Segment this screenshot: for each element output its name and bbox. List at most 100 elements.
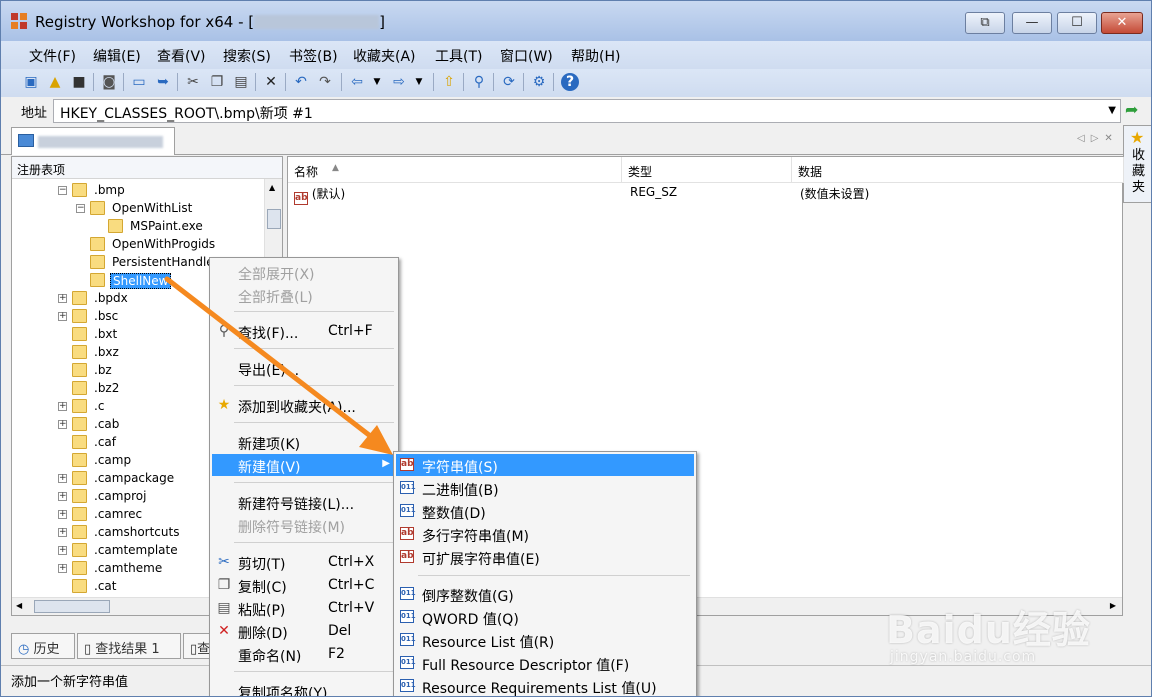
up-folder-icon[interactable]: ⇧ (439, 72, 459, 92)
submenu-item-binary[interactable]: 011 二进制值(B) (396, 477, 694, 499)
expand-icon[interactable]: + (58, 312, 67, 321)
submenu-item-string[interactable]: ab 字符串值(S) (396, 454, 694, 476)
menu-item-find[interactable]: ⚲ 查找(F)... Ctrl+F (212, 320, 396, 342)
collapse-icon[interactable]: − (58, 186, 67, 195)
menu-view[interactable]: 查看(V) (157, 46, 206, 66)
menu-window[interactable]: 窗口(W) (500, 46, 553, 66)
menu-item-add-favorite[interactable]: ★ 添加到收藏夹(A)... (212, 394, 396, 416)
folder-icon (72, 453, 87, 467)
expand-icon[interactable]: + (58, 420, 67, 429)
menu-item-collapse-all[interactable]: 全部折叠(L) (212, 284, 396, 306)
submenu-item-multi-string[interactable]: ab 多行字符串值(M) (396, 523, 694, 545)
menu-tools[interactable]: 工具(T) (435, 46, 482, 66)
refresh-icon[interactable]: ⟳ (499, 72, 519, 92)
submenu-item-dword[interactable]: 011 整数值(D) (396, 500, 694, 522)
delete-x-icon: ✕ (218, 623, 230, 639)
list-row-name[interactable]: ab (默认) (294, 185, 614, 205)
connect-icon[interactable]: ▣ (21, 72, 41, 92)
computer-icon[interactable]: ▭ (129, 72, 149, 92)
tab-search-results[interactable]: ▯ 查找结果 1 (77, 633, 181, 659)
options-gear-icon[interactable]: ⚙ (529, 72, 549, 92)
expand-icon[interactable]: + (58, 492, 67, 501)
expand-icon[interactable]: + (58, 528, 67, 537)
undo-icon[interactable]: ↶ (291, 72, 311, 92)
menu-file[interactable]: 文件(F) (29, 46, 76, 66)
menu-search[interactable]: 搜索(S) (223, 46, 271, 66)
menu-item-rename[interactable]: 重命名(N) F2 (212, 643, 396, 665)
submenu-item-full-resource[interactable]: 011 Full Resource Descriptor 值(F) (396, 652, 694, 674)
redo-icon[interactable]: ↷ (315, 72, 335, 92)
menu-item-export[interactable]: 导出(E)... (212, 357, 396, 379)
back-dropdown-icon[interactable]: ▼ (367, 72, 387, 92)
collapse-icon[interactable]: − (76, 204, 85, 213)
favorites-side-label: 收藏夹 (1132, 148, 1146, 195)
clipboard-icon: ▤ (217, 600, 231, 616)
title-bar: Registry Workshop for x64 - [] ⧉ — ☐ ✕ (1, 1, 1151, 41)
tab-history[interactable]: ◷ 历史 (11, 633, 75, 659)
forward-dropdown-icon[interactable]: ▼ (409, 72, 429, 92)
menu-item-expand-all[interactable]: 全部展开(X) (212, 261, 396, 283)
address-dropdown-icon[interactable]: ▼ (1108, 105, 1116, 116)
copy-icon[interactable]: ❐ (207, 72, 227, 92)
column-header-data[interactable]: 数据 (792, 157, 1124, 183)
menu-item-cut[interactable]: ✂ 剪切(T) Ctrl+X (212, 551, 396, 573)
submenu-item-expandable-string[interactable]: ab 可扩展字符串值(E) (396, 546, 694, 568)
scroll-thumb[interactable] (267, 209, 281, 229)
folder-icon (90, 255, 105, 269)
menu-help[interactable]: 帮助(H) (571, 46, 620, 66)
menu-item-new-value[interactable]: 新建值(V) ▶ (212, 454, 396, 476)
paste-icon[interactable]: ▤ (231, 72, 251, 92)
submenu-item-big-endian[interactable]: 011 倒序整数值(G) (396, 583, 694, 605)
expand-icon[interactable]: + (58, 510, 67, 519)
menu-favorites[interactable]: 收藏夹(A) (353, 46, 416, 66)
close-button[interactable]: ✕ (1101, 12, 1143, 34)
delete-icon[interactable]: ✕ (261, 72, 281, 92)
find-icon[interactable]: ⚲ (469, 72, 489, 92)
column-header-type[interactable]: 类型 (622, 157, 792, 183)
menu-item-new-symlink[interactable]: 新建符号链接(L)... (212, 491, 396, 513)
folder-icon (72, 579, 87, 593)
folder-icon (72, 471, 87, 485)
save-icon[interactable]: ■ (69, 72, 89, 92)
expand-icon[interactable]: + (58, 294, 67, 303)
import-icon[interactable]: ▲ (45, 72, 65, 92)
address-input[interactable]: HKEY_CLASSES_ROOT\.bmp\新项 #1 ▼ (53, 99, 1121, 123)
submenu-item-qword[interactable]: 011 QWORD 值(Q) (396, 606, 694, 628)
tab-scroll-arrows-icon[interactable]: ◁▷✕ (1077, 133, 1119, 144)
favorites-side-tab[interactable]: ★ 收藏夹 (1123, 125, 1151, 203)
folder-icon (72, 489, 87, 503)
folder-icon (72, 399, 87, 413)
print-icon[interactable]: ◙ (99, 72, 119, 92)
submenu-item-resource-requirements[interactable]: 011 Resource Requirements List 值(U) (396, 675, 694, 696)
menu-item-copy-key-name[interactable]: 复制项名称(Y) (212, 680, 396, 696)
folder-icon (72, 417, 87, 431)
expand-icon[interactable]: + (58, 564, 67, 573)
expand-icon[interactable]: + (58, 474, 67, 483)
go-arrow-icon[interactable]: ➦ (1125, 100, 1138, 119)
document-tab[interactable] (11, 127, 175, 155)
back-icon[interactable]: ⇦ (347, 72, 367, 92)
remote-icon[interactable]: ➥ (153, 72, 173, 92)
binary-value-icon: 011 (400, 679, 416, 692)
menu-item-delete-symlink[interactable]: 删除符号链接(M) (212, 514, 396, 536)
status-text: 添加一个新字符串值 (11, 675, 129, 690)
expand-icon[interactable]: + (58, 546, 67, 555)
menu-edit[interactable]: 编辑(E) (93, 46, 141, 66)
menu-item-paste[interactable]: ▤ 粘贴(P) Ctrl+V (212, 597, 396, 619)
menu-item-delete[interactable]: ✕ 删除(D) Del (212, 620, 396, 642)
column-header-name[interactable]: 名称 ▲ (288, 157, 622, 183)
minimize-button[interactable]: — (1012, 12, 1052, 34)
scroll-thumb[interactable] (34, 600, 110, 613)
scroll-up-icon[interactable]: ▲ (269, 183, 275, 192)
scroll-left-icon[interactable]: ◀ (16, 601, 22, 610)
submenu-item-resource-list[interactable]: 011 Resource List 值(R) (396, 629, 694, 651)
expand-icon[interactable]: + (58, 402, 67, 411)
menu-bookmarks[interactable]: 书签(B) (289, 46, 338, 66)
menu-item-copy[interactable]: ❐ 复制(C) Ctrl+C (212, 574, 396, 596)
maximize-button[interactable]: ☐ (1057, 12, 1097, 34)
cut-icon[interactable]: ✂ (183, 72, 203, 92)
restore-window-button[interactable]: ⧉ (965, 12, 1005, 34)
forward-icon[interactable]: ⇨ (389, 72, 409, 92)
help-icon[interactable]: ? (561, 73, 579, 91)
menu-item-new-key[interactable]: 新建项(K) (212, 431, 396, 453)
